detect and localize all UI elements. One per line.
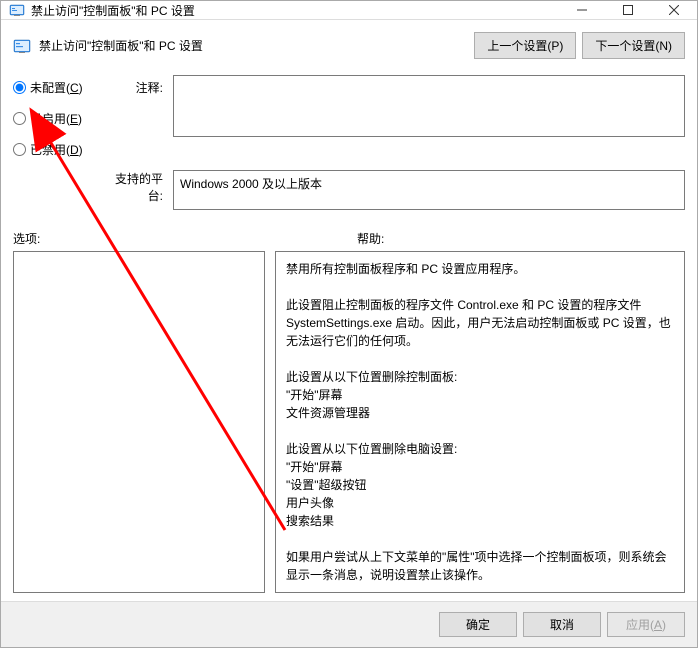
supported-platform-box: Windows 2000 及以上版本 — [173, 170, 685, 210]
window-title: 禁止访问"控制面板"和 PC 设置 — [31, 2, 559, 19]
radio-enabled[interactable]: 已启用(E) — [13, 110, 103, 127]
radio-disabled-input[interactable] — [13, 143, 26, 156]
options-label: 选项: — [13, 230, 349, 247]
platform-label: 支持的平台: — [103, 166, 173, 204]
radio-not-configured[interactable]: 未配置(C) — [13, 79, 103, 96]
help-label: 帮助: — [349, 230, 685, 247]
next-setting-button[interactable]: 下一个设置(N) — [582, 32, 685, 59]
comment-textarea[interactable] — [173, 75, 685, 137]
titlebar: 禁止访问"控制面板"和 PC 设置 — [1, 1, 697, 20]
radio-disabled[interactable]: 已禁用(D) — [13, 141, 103, 158]
mid-labels: 选项: 帮助: — [13, 230, 685, 247]
dialog-content: 禁止访问"控制面板"和 PC 设置 上一个设置(P) 下一个设置(N) 未配置(… — [1, 20, 697, 601]
options-pane — [13, 251, 265, 593]
radio-not-configured-label: 未配置(C) — [30, 79, 83, 96]
policy-title: 禁止访问"控制面板"和 PC 设置 — [39, 37, 468, 54]
app-icon — [9, 2, 25, 18]
cancel-button[interactable]: 取消 — [523, 612, 601, 637]
radio-enabled-input[interactable] — [13, 112, 26, 125]
radio-not-configured-input[interactable] — [13, 81, 26, 94]
ok-button[interactable]: 确定 — [439, 612, 517, 637]
previous-setting-button[interactable]: 上一个设置(P) — [474, 32, 576, 59]
config-row-platform: 支持的平台: Windows 2000 及以上版本 — [13, 166, 685, 210]
help-pane: 禁用所有控制面板程序和 PC 设置应用程序。 此设置阻止控制面板的程序文件 Co… — [275, 251, 685, 593]
maximize-button[interactable] — [605, 1, 651, 19]
button-bar: 确定 取消 应用(A) — [1, 601, 697, 647]
apply-button[interactable]: 应用(A) — [607, 612, 685, 637]
comment-label: 注释: — [103, 75, 173, 96]
radio-enabled-label: 已启用(E) — [30, 110, 82, 127]
minimize-button[interactable] — [559, 1, 605, 19]
radio-disabled-label: 已禁用(D) — [30, 141, 83, 158]
policy-icon — [13, 37, 31, 55]
window-controls — [559, 1, 697, 19]
dialog-window: 禁止访问"控制面板"和 PC 设置 — [0, 0, 698, 648]
radio-group: 未配置(C) 已启用(E) 已禁用(D) — [13, 75, 103, 158]
close-button[interactable] — [651, 1, 697, 19]
header-row: 禁止访问"控制面板"和 PC 设置 上一个设置(P) 下一个设置(N) — [13, 32, 685, 59]
lower-panes: 禁用所有控制面板程序和 PC 设置应用程序。 此设置阻止控制面板的程序文件 Co… — [13, 251, 685, 593]
config-row-comment: 未配置(C) 已启用(E) 已禁用(D) 注释: — [13, 75, 685, 158]
